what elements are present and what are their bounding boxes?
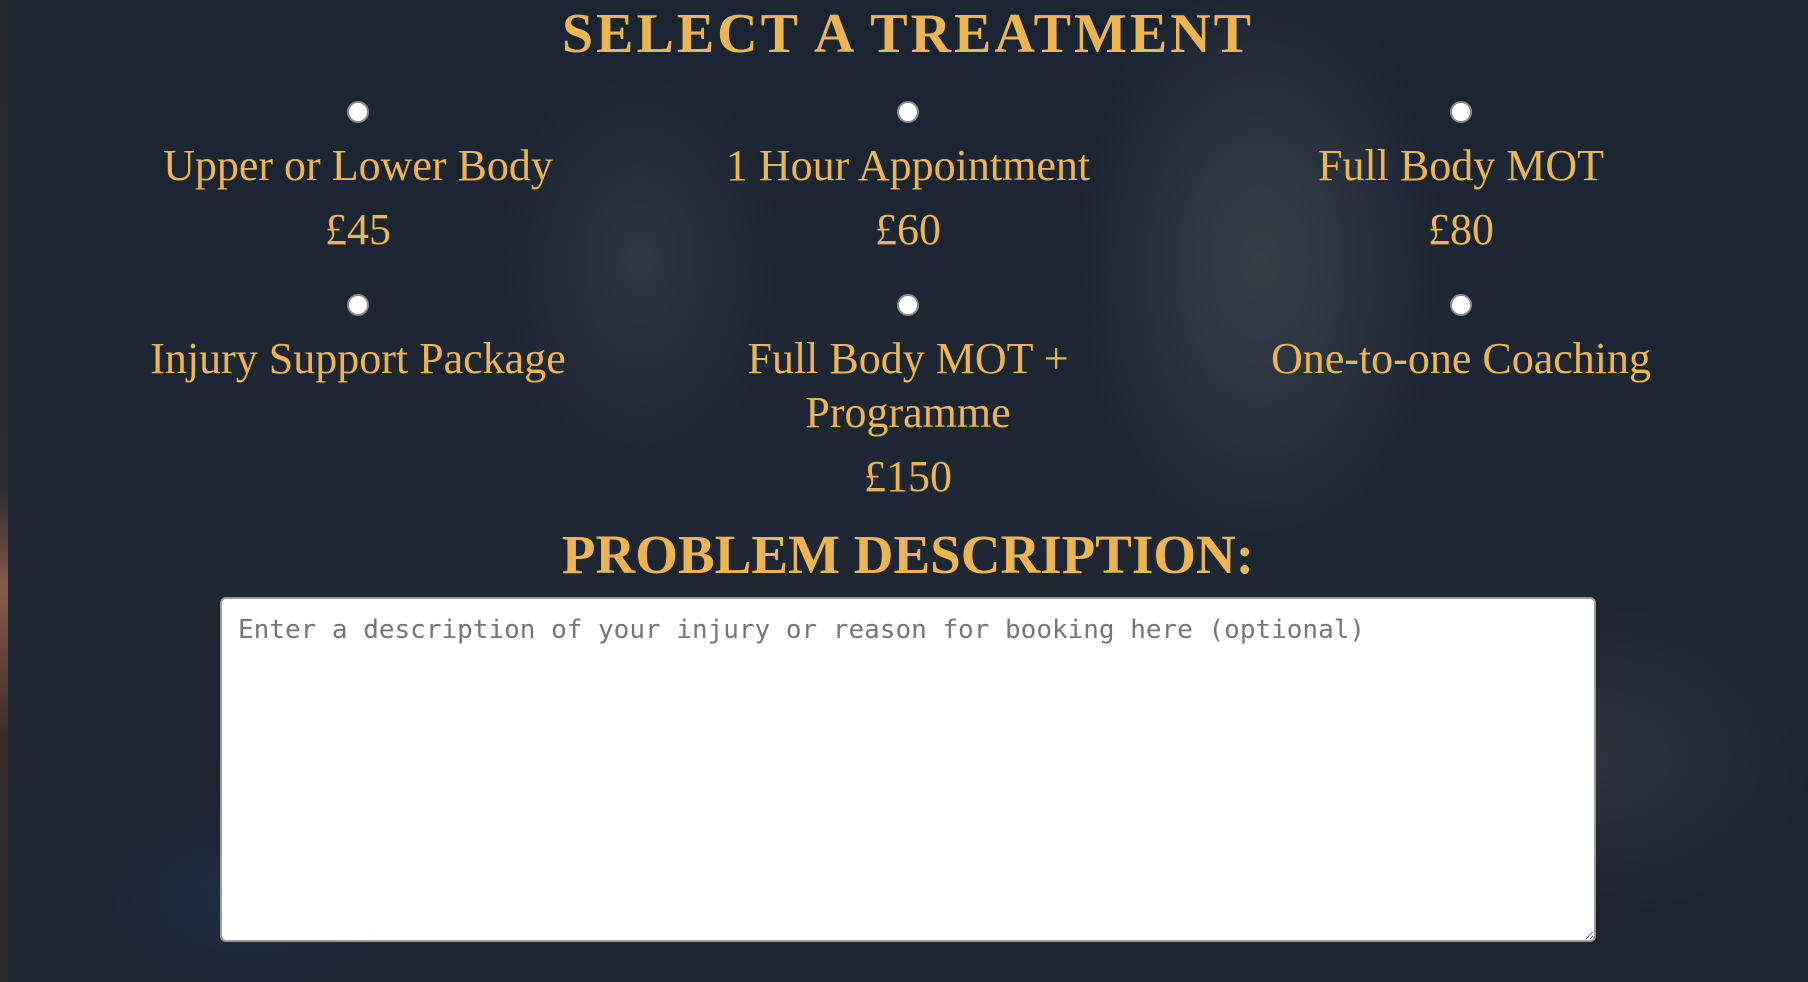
treatment-name: Upper or Lower Body: [163, 141, 553, 190]
treatment-price: £80: [1428, 205, 1494, 254]
treatment-radio[interactable]: [347, 101, 369, 123]
treatment-option-full-body-mot-programme[interactable]: Full Body MOT + Programme £150: [628, 294, 1188, 504]
treatment-radio[interactable]: [1450, 294, 1472, 316]
problem-description-textarea[interactable]: [220, 597, 1596, 942]
treatment-radio[interactable]: [897, 294, 919, 316]
booking-form: SELECT A TREATMENT Upper or Lower Body £…: [8, 0, 1808, 982]
page-title: SELECT A TREATMENT: [561, 3, 1254, 65]
treatment-name: Injury Support Package: [150, 334, 566, 383]
treatment-name: 1 Hour Appointment: [725, 141, 1091, 190]
treatment-option-1-hour-appointment[interactable]: 1 Hour Appointment £60: [628, 101, 1188, 257]
treatment-option-full-body-mot[interactable]: Full Body MOT £80: [1181, 101, 1741, 257]
treatment-name: One-to-one Coaching: [1271, 334, 1651, 383]
treatment-option-injury-support-package[interactable]: Injury Support Package: [78, 294, 638, 386]
treatment-option-upper-lower-body[interactable]: Upper or Lower Body £45: [78, 101, 638, 257]
treatment-radio[interactable]: [1450, 101, 1472, 123]
treatment-option-one-to-one-coaching[interactable]: One-to-one Coaching: [1181, 294, 1741, 386]
treatment-radio[interactable]: [347, 294, 369, 316]
treatment-name: Full Body MOT: [1317, 141, 1605, 190]
problem-description-label: PROBLEM DESCRIPTION:: [561, 524, 1255, 585]
treatment-name: Full Body MOT + Programme: [747, 334, 1069, 437]
treatment-price: £45: [325, 205, 391, 254]
treatment-radio[interactable]: [897, 101, 919, 123]
treatment-price: £150: [864, 452, 952, 501]
treatment-price: £60: [875, 205, 941, 254]
left-edge-strip: [0, 0, 8, 982]
